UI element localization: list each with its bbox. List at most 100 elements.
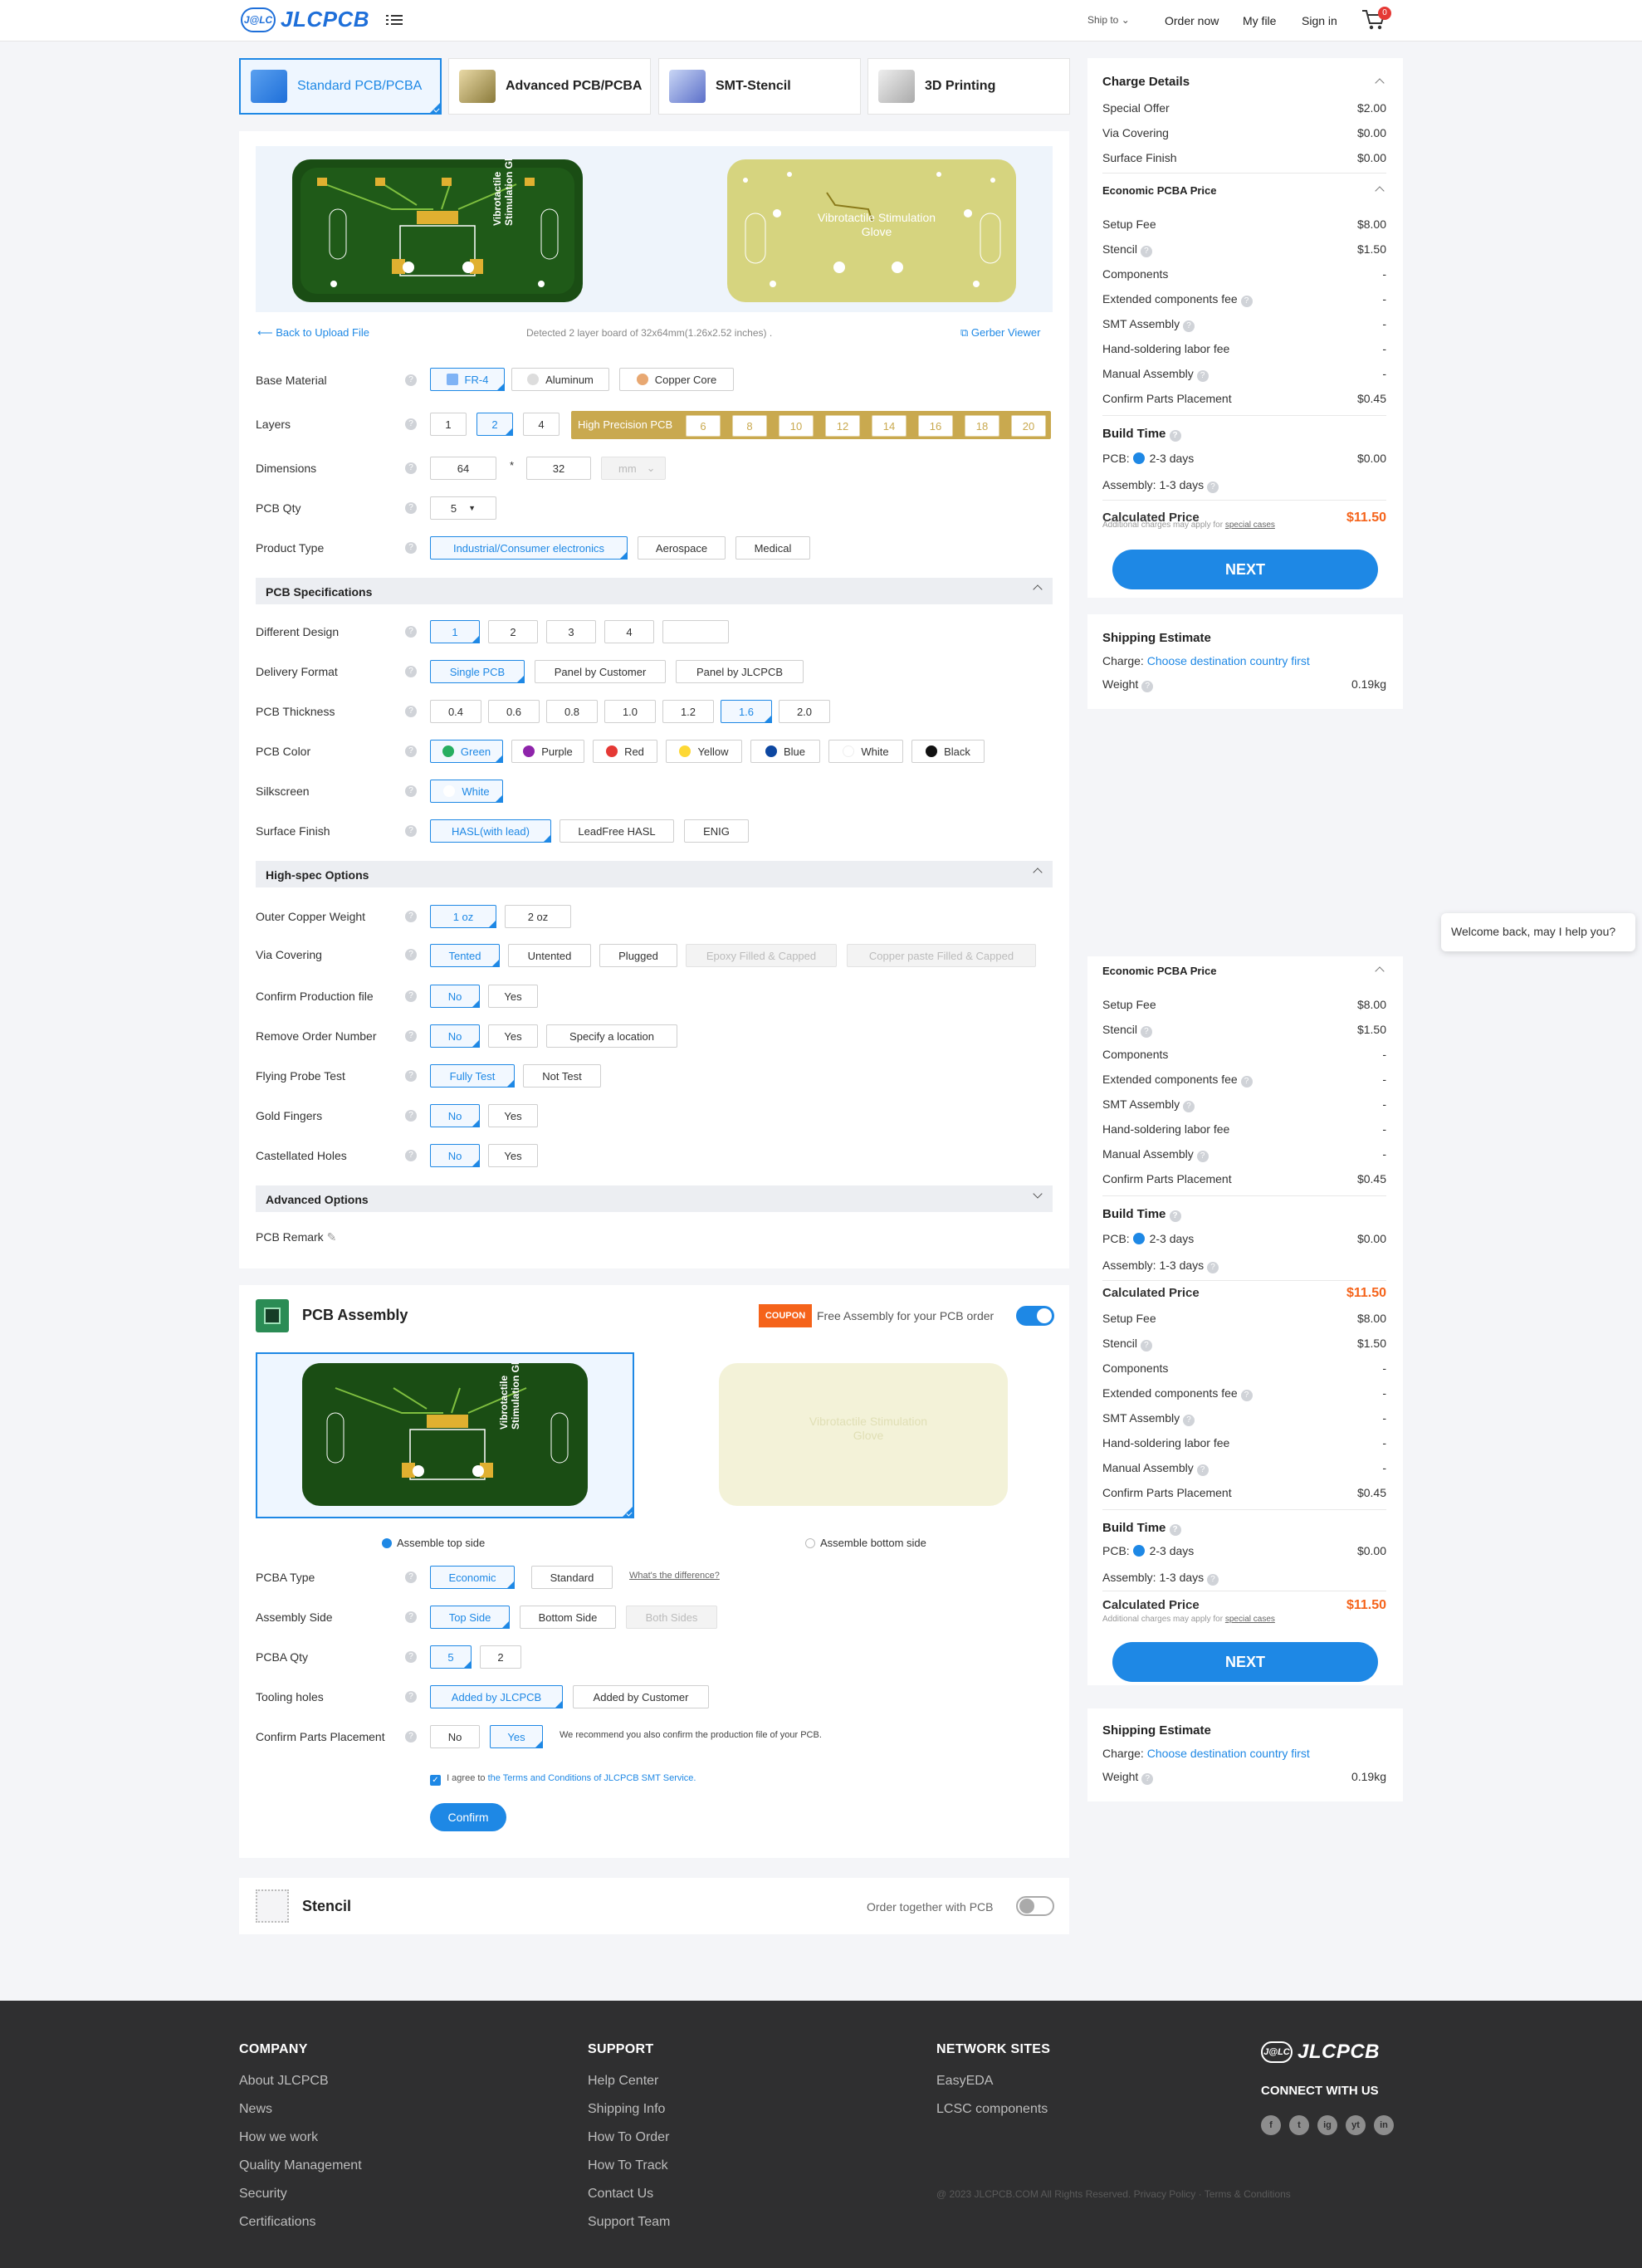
via-plugged[interactable]: Plugged [599,944,677,967]
chevron-up-icon[interactable] [1375,186,1385,196]
color-black[interactable]: Black [911,740,985,763]
help-icon[interactable]: ? [405,911,417,922]
ship-to-selector[interactable]: Ship to ⌄ [1087,14,1130,26]
help-icon[interactable]: ? [1183,1101,1195,1112]
footer-link[interactable]: How To Track [588,2158,668,2173]
agree-terms-row[interactable]: ✓ I agree to the Terms and Conditions of… [430,1773,696,1786]
footer-link[interactable]: Contact Us [588,2187,653,2202]
placement-no[interactable]: No [430,1725,480,1748]
next-button[interactable]: NEXT [1112,550,1378,589]
help-icon[interactable]: ? [405,502,417,514]
help-icon[interactable]: ? [405,1651,417,1663]
help-icon[interactable]: ? [1207,481,1219,493]
confirm-button[interactable]: Confirm [430,1803,506,1831]
help-icon[interactable]: ? [1140,1340,1152,1352]
jlcpcb-logo[interactable]: J@LC JLCPCB [241,7,369,32]
tab-smt-stencil[interactable]: SMT-Stencil [658,58,861,115]
footer-link[interactable]: Support Team [588,2215,670,2230]
design-custom-input[interactable] [662,620,729,643]
tab-standard-pcb[interactable]: Standard PCB/PCBA [239,58,442,115]
help-icon[interactable]: ? [405,1150,417,1161]
base-material-aluminum[interactable]: Aluminum [511,368,609,391]
help-icon[interactable]: ? [1141,681,1154,692]
help-icon[interactable]: ? [405,1070,417,1082]
help-icon[interactable]: ? [405,1571,417,1583]
delivery-panel-jlcpcb[interactable]: Panel by JLCPCB [676,660,804,683]
thickness-0-4[interactable]: 0.4 [430,700,481,723]
assembly-toggle[interactable] [1016,1306,1054,1326]
footer-logo[interactable]: J@LC JLCPCB [1261,2041,1380,2064]
layers-6[interactable]: 6 [686,415,721,437]
help-icon[interactable]: ? [405,785,417,797]
help-icon[interactable]: ? [405,418,417,430]
help-icon[interactable]: ? [1196,1464,1209,1476]
stencil-toggle[interactable] [1016,1896,1054,1916]
remove-order-yes[interactable]: Yes [488,1024,538,1048]
pcb-remark-label[interactable]: PCB Remark ✎ [256,1230,336,1244]
help-icon[interactable]: ? [1140,1026,1152,1038]
footer-link[interactable]: Security [239,2187,287,2202]
copper-1oz[interactable]: 1 oz [430,905,496,928]
help-icon[interactable]: ? [1240,1076,1253,1088]
thickness-0-6[interactable]: 0.6 [488,700,540,723]
tooling-jlcpcb[interactable]: Added by JLCPCB [430,1685,563,1708]
next-button[interactable]: NEXT [1112,1642,1378,1682]
layers-12[interactable]: 12 [825,415,860,437]
help-icon[interactable]: ? [405,1691,417,1703]
help-icon[interactable]: ? [405,374,417,386]
confirm-production-yes[interactable]: Yes [488,985,538,1008]
thickness-1-6[interactable]: 1.6 [721,700,772,723]
special-cases-link[interactable]: special cases [1225,521,1275,530]
help-icon[interactable]: ? [405,706,417,717]
back-to-upload-link[interactable]: ⟵ Back to Upload File [257,326,369,340]
help-icon[interactable]: ? [1183,320,1195,332]
footer-link[interactable]: Certifications [239,2215,315,2230]
product-type-aerospace[interactable]: Aerospace [638,536,726,560]
cart-icon[interactable]: 0 [1361,7,1391,33]
footer-link[interactable]: About JLCPCB [239,2074,329,2089]
gold-fingers-no[interactable]: No [430,1104,480,1127]
help-icon[interactable]: ? [405,1110,417,1122]
terms-link[interactable]: the Terms and Conditions of JLCPCB SMT S… [488,1773,696,1783]
copper-2oz[interactable]: 2 oz [505,905,571,928]
remove-order-no[interactable]: No [430,1024,480,1048]
design-3[interactable]: 3 [546,620,596,643]
layers-2[interactable]: 2 [476,413,513,436]
unit-select[interactable]: mm ⌄ [601,457,666,480]
chevron-up-icon[interactable] [1375,78,1385,88]
twitter-icon[interactable]: t [1289,2115,1309,2135]
privacy-link[interactable]: Privacy Policy [1134,2188,1196,2200]
help-icon[interactable]: ? [405,666,417,677]
surface-hasl-lead[interactable]: HASL(with lead) [430,819,551,843]
checkbox-checked-icon[interactable]: ✓ [430,1775,441,1786]
sign-in-link[interactable]: Sign in [1302,14,1337,27]
choose-country-link[interactable]: Choose destination country first [1147,1747,1310,1760]
via-copper-paste[interactable]: Copper paste Filled & Capped [847,944,1036,967]
via-epoxy-filled[interactable]: Epoxy Filled & Capped [686,944,837,967]
dimension-width-input[interactable]: 64 [430,457,496,480]
help-icon[interactable]: ? [1183,1415,1195,1426]
menu-list-icon[interactable] [386,12,403,26]
instagram-icon[interactable]: ig [1317,2115,1337,2135]
tooling-customer[interactable]: Added by Customer [573,1685,709,1708]
color-green[interactable]: Green [430,740,503,763]
via-untented[interactable]: Untented [508,944,591,967]
color-white[interactable]: White [828,740,903,763]
base-material-copper-core[interactable]: Copper Core [619,368,734,391]
choose-country-link[interactable]: Choose destination country first [1147,654,1310,667]
help-icon[interactable]: ? [405,990,417,1002]
facebook-icon[interactable]: f [1261,2115,1281,2135]
pcba-type-economic[interactable]: Economic [430,1566,515,1589]
high-spec-header[interactable]: High-spec Options [256,861,1053,887]
product-type-industrial[interactable]: Industrial/Consumer electronics [430,536,628,560]
probe-not-test[interactable]: Not Test [523,1064,601,1088]
via-tented[interactable]: Tented [430,944,500,967]
product-type-medical[interactable]: Medical [735,536,810,560]
thickness-1-0[interactable]: 1.0 [604,700,656,723]
confirm-production-no[interactable]: No [430,985,480,1008]
special-cases-link[interactable]: special cases [1225,1615,1275,1624]
footer-link[interactable]: Shipping Info [588,2102,665,2117]
layers-14[interactable]: 14 [872,415,907,437]
help-icon[interactable]: ? [405,1731,417,1743]
probe-fully-test[interactable]: Fully Test [430,1064,515,1088]
